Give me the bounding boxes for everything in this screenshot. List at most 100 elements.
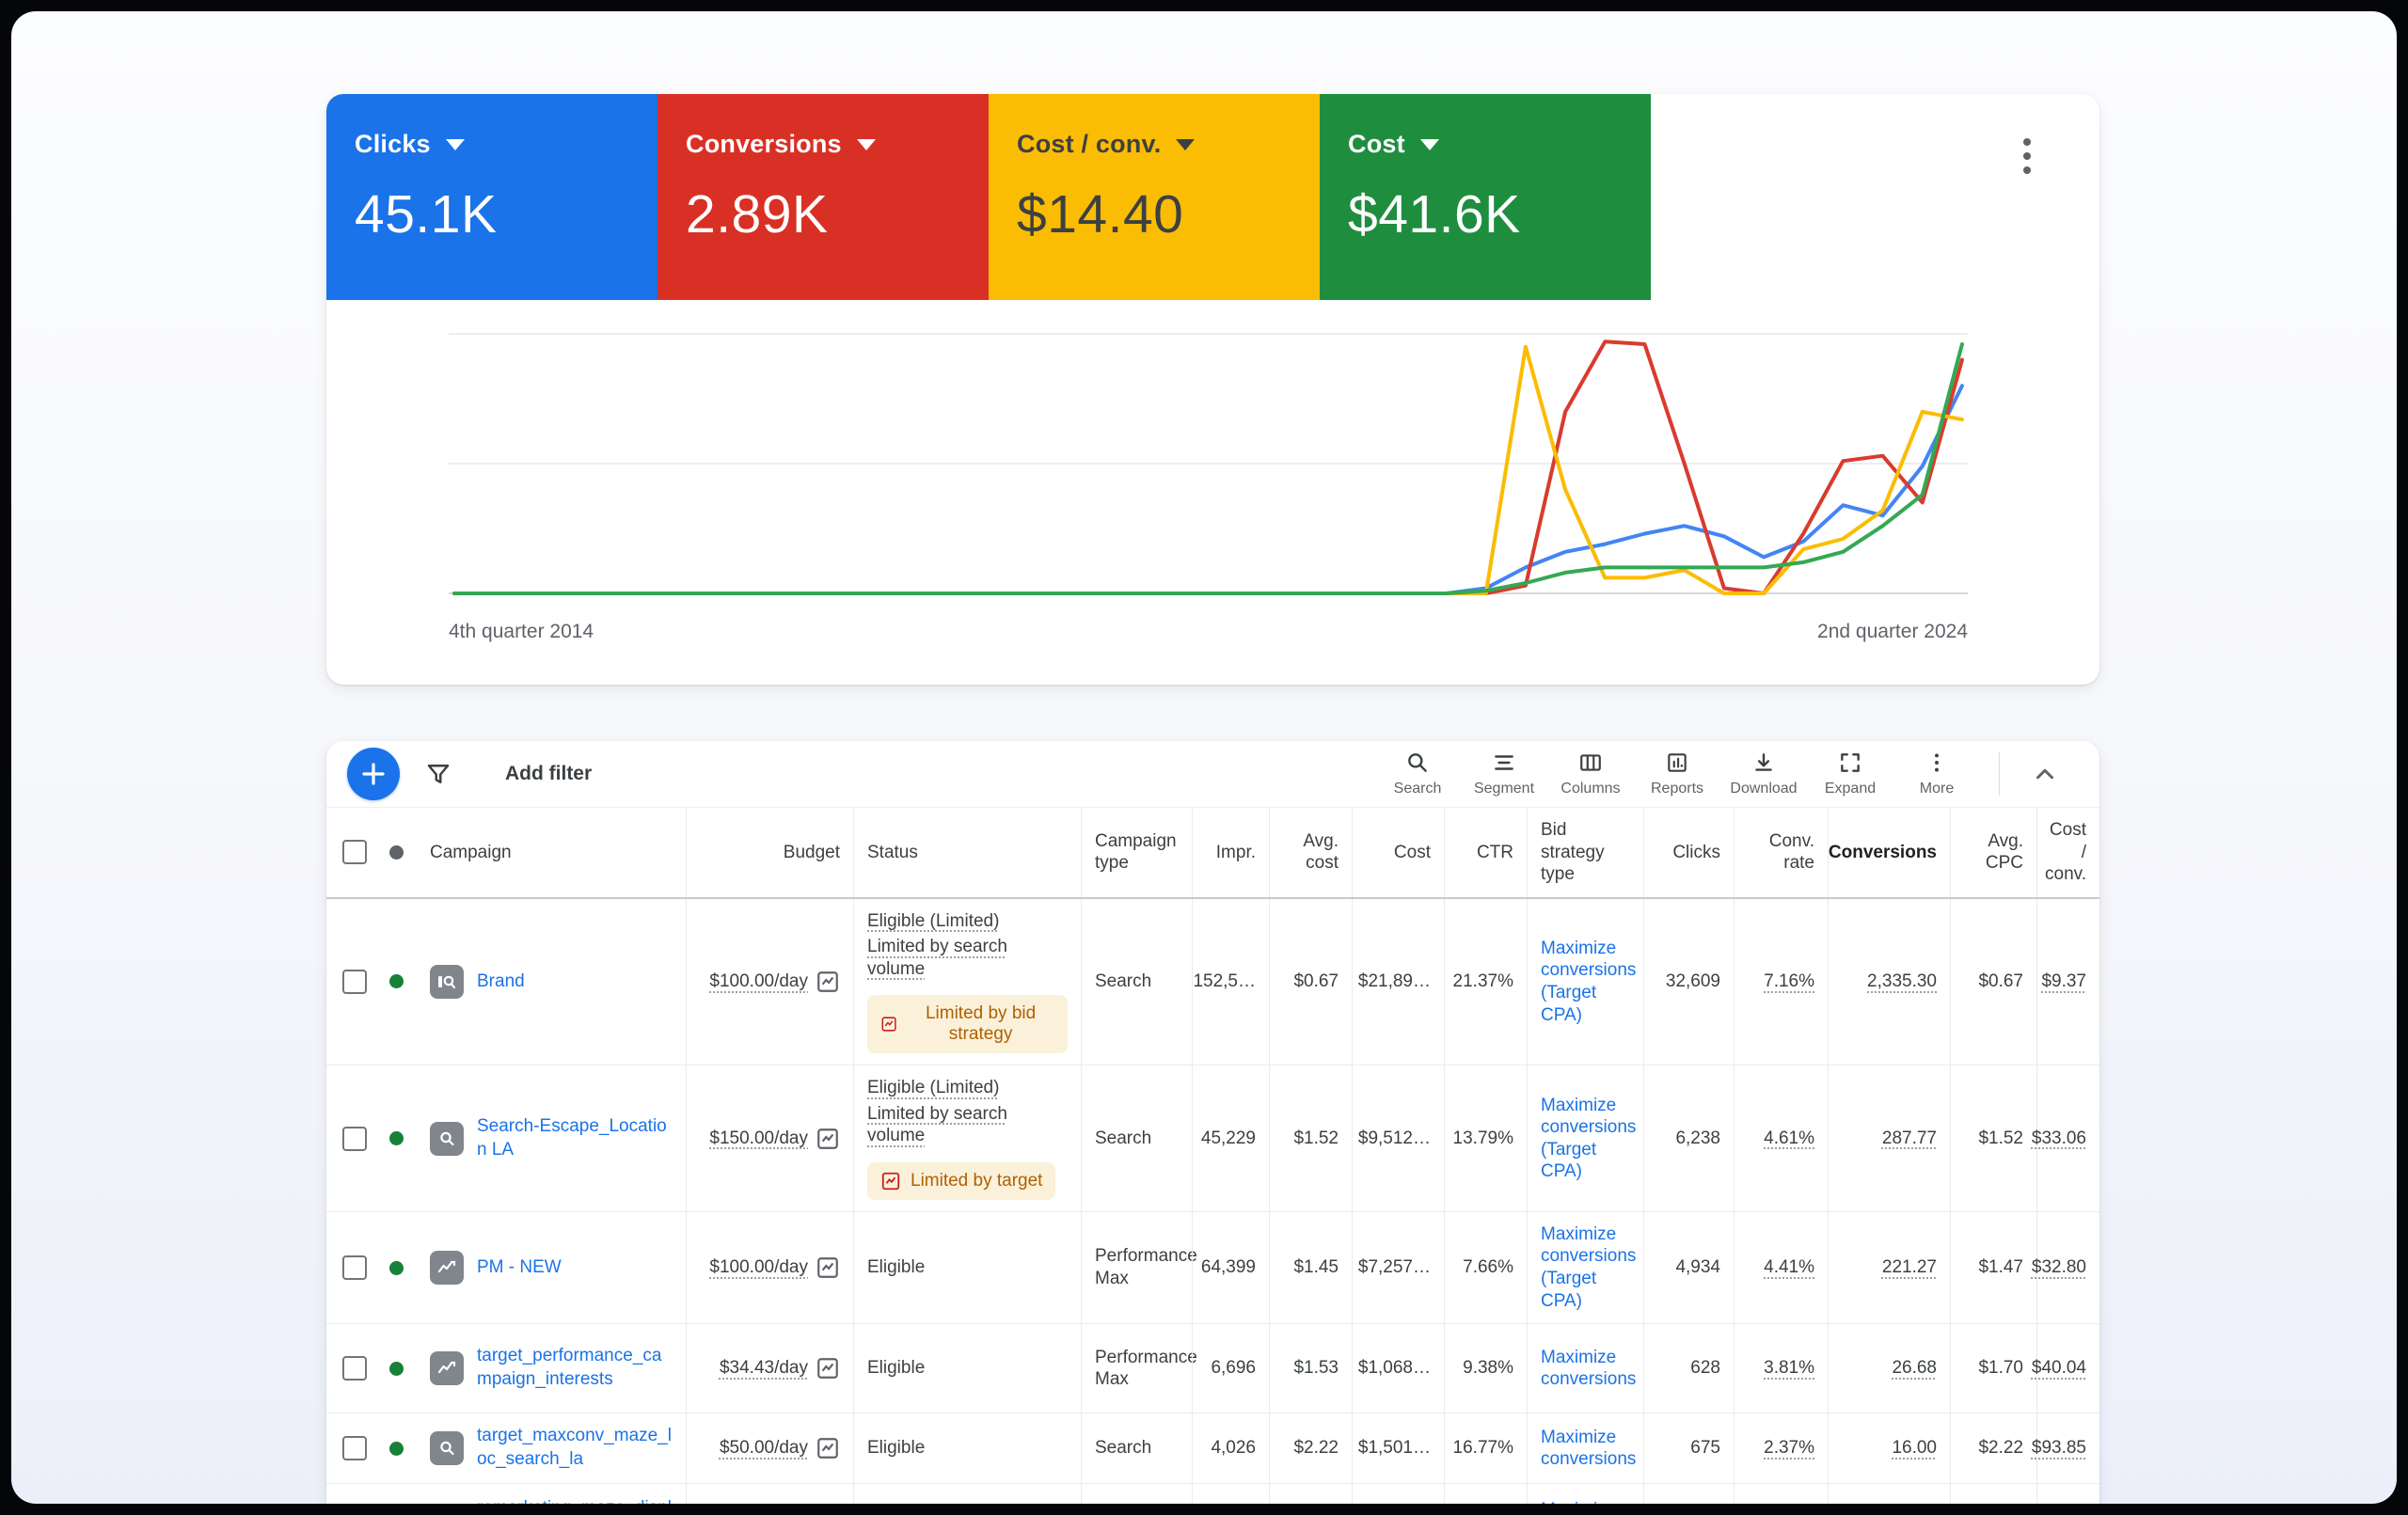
segment-icon — [1495, 755, 1513, 770]
budget-report-icon[interactable] — [816, 1356, 840, 1381]
budget-value[interactable]: $150.00/day — [709, 1128, 808, 1150]
app-canvas: Clicks 45.1K Conversions 2.89K Cost / co… — [11, 11, 2397, 1504]
header-bid-strategy-type[interactable]: Bid strategy type — [1527, 808, 1643, 897]
campaign-name-link[interactable]: Brand — [477, 971, 525, 994]
cost: $1,068… — [1352, 1324, 1444, 1413]
more-tool-button[interactable]: More — [1893, 747, 1980, 801]
avg-cost: $1.53 — [1269, 1324, 1352, 1413]
bid-strategy-link[interactable]: Maximize conversions (Target CPA) — [1541, 1223, 1636, 1312]
table-row: Brand $100.00/day Eligible (Limited) Lim… — [326, 898, 2099, 1066]
bid-strategy-link[interactable]: Maximize conversions (Target CPA) — [1541, 938, 1636, 1026]
search-tool-button[interactable]: Search — [1374, 747, 1461, 801]
clicks: 628 — [1643, 1324, 1734, 1413]
row-checkbox[interactable] — [342, 969, 367, 994]
cost: $0.00 — [1352, 1484, 1444, 1504]
bid-strategy-link[interactable]: Maximize conversions (Target CPA) — [1541, 1095, 1636, 1183]
header-conv-rate[interactable]: Conv. rate — [1734, 808, 1828, 897]
table-row: remarketing_maze_display_la $150.00/day … — [326, 1484, 2099, 1504]
budget-report-icon[interactable] — [816, 970, 840, 994]
impressions: 45,229 — [1192, 1065, 1269, 1211]
reports-tool-button[interactable]: Reports — [1634, 747, 1720, 801]
conversions: 26.68 — [1892, 1358, 1937, 1379]
add-filter-button[interactable]: Add filter — [499, 762, 597, 786]
avg-cpc: $2.22 — [1950, 1413, 2036, 1484]
cost: $1,501… — [1352, 1413, 1444, 1484]
campaign-enabled-dot — [388, 1260, 404, 1275]
cost: $9,512… — [1352, 1065, 1444, 1211]
clicks: 0 — [1643, 1484, 1734, 1504]
metric-card-conversions[interactable]: Conversions 2.89K — [657, 94, 989, 300]
header-clicks[interactable]: Clicks — [1643, 808, 1734, 897]
table-header-row: Campaign Budget Status Campaign type Imp… — [326, 808, 2099, 899]
header-status[interactable]: Status — [853, 808, 1081, 897]
ctr: 9.38% — [1444, 1324, 1527, 1413]
table-row: target_maxconv_maze_loc_search_la $50.00… — [326, 1413, 2099, 1485]
impressions: 152,5… — [1192, 898, 1269, 1065]
bid-strategy-link[interactable]: Maximize conversions — [1541, 1347, 1636, 1391]
collapse-table-button[interactable] — [2019, 748, 2071, 800]
header-impressions[interactable]: Impr. — [1192, 808, 1269, 897]
campaign-name-link[interactable]: remarketing_maze_display_la — [477, 1497, 673, 1504]
clicks: 4,934 — [1643, 1211, 1734, 1324]
conv-rate: 4.61% — [1764, 1128, 1814, 1148]
row-checkbox[interactable] — [342, 1126, 367, 1151]
chart-more-options-icon[interactable] — [2006, 135, 2048, 177]
budget-value[interactable]: $100.00/day — [709, 1256, 808, 1279]
cost-per-conv: $40.04 — [2031, 1358, 2086, 1379]
columns-tool-button[interactable]: Columns — [1547, 747, 1634, 801]
table-row: PM - NEW $100.00/day Eligible Performanc… — [326, 1211, 2099, 1325]
x-axis-start-label: 4th quarter 2014 — [449, 621, 594, 642]
performance-max-campaign-icon — [430, 1251, 464, 1286]
cost-per-conv: $9.37 — [2041, 971, 2086, 992]
header-cost-per-conv[interactable]: Cost / conv. — [2036, 808, 2099, 897]
ctr: 13.79% — [1444, 1065, 1527, 1211]
status-text: Eligible (Limited) — [867, 910, 1000, 931]
status-text: Eligible (Limited) — [867, 1078, 1000, 1098]
budget-value[interactable]: $50.00/day — [720, 1437, 808, 1460]
header-cost[interactable]: Cost — [1352, 808, 1444, 897]
metric-label: Conversions — [686, 130, 842, 158]
bid-strategy-warning-icon — [881, 1172, 900, 1191]
header-avg-cost[interactable]: Avg. cost — [1269, 808, 1352, 897]
metric-card-clicks[interactable]: Clicks 45.1K — [326, 94, 657, 300]
metric-card-cost-per-conv[interactable]: Cost / conv. $14.40 — [989, 94, 1320, 300]
limited-warning-badge[interactable]: Limited by target — [867, 1161, 1056, 1200]
header-campaign-type[interactable]: Campaign type — [1081, 808, 1192, 897]
campaign-name-link[interactable]: target_maxconv_maze_loc_search_la — [477, 1425, 673, 1471]
row-checkbox[interactable] — [342, 1356, 367, 1381]
header-campaign[interactable]: Campaign — [417, 808, 686, 897]
row-checkbox[interactable] — [342, 1255, 367, 1281]
budget-report-icon[interactable] — [816, 1127, 840, 1151]
row-checkbox[interactable] — [342, 1436, 367, 1461]
budget-report-icon[interactable] — [816, 1436, 840, 1460]
expand-icon — [1841, 753, 1860, 772]
dropdown-caret-icon — [856, 138, 876, 150]
header-budget[interactable]: Budget — [686, 808, 853, 897]
budget-report-icon[interactable] — [816, 1255, 840, 1280]
conv-rate: 4.41% — [1764, 1257, 1814, 1278]
header-ctr[interactable]: CTR — [1444, 808, 1527, 897]
segment-tool-button[interactable]: Segment — [1461, 747, 1547, 801]
bid-strategy-link[interactable]: Maximize conversions — [1541, 1427, 1636, 1471]
campaign-name-link[interactable]: target_performance_campaign_interests — [477, 1345, 673, 1391]
search-campaign-icon — [430, 964, 464, 999]
bid-strategy-warning-icon — [881, 1017, 896, 1032]
metric-value: $14.40 — [1017, 184, 1184, 245]
campaign-name-link[interactable]: Search-Escape_Location LA — [477, 1115, 673, 1161]
select-all-checkbox[interactable] — [342, 840, 367, 865]
bid-strategy-link[interactable]: Maximize conversions — [1541, 1499, 1636, 1504]
add-campaign-button[interactable] — [347, 748, 400, 800]
header-avg-cpc[interactable]: Avg. CPC — [1950, 808, 2036, 897]
x-axis-end-label: 2nd quarter 2024 — [1817, 621, 1968, 642]
limited-warning-badge[interactable]: Limited by bid strategy — [867, 995, 1068, 1054]
dropdown-caret-icon — [445, 138, 465, 150]
metric-card-cost[interactable]: Cost $41.6K — [1320, 94, 1651, 300]
filter-icon[interactable] — [424, 760, 452, 788]
expand-tool-button[interactable]: Expand — [1807, 747, 1893, 801]
download-tool-button[interactable]: Download — [1720, 747, 1807, 801]
campaign-name-link[interactable]: PM - NEW — [477, 1256, 562, 1280]
budget-value[interactable]: $34.43/day — [720, 1357, 808, 1380]
header-conversions-sorted[interactable]: ↓ Conversions — [1828, 808, 1950, 897]
budget-value[interactable]: $100.00/day — [709, 971, 808, 993]
clicks: 6,238 — [1643, 1065, 1734, 1211]
